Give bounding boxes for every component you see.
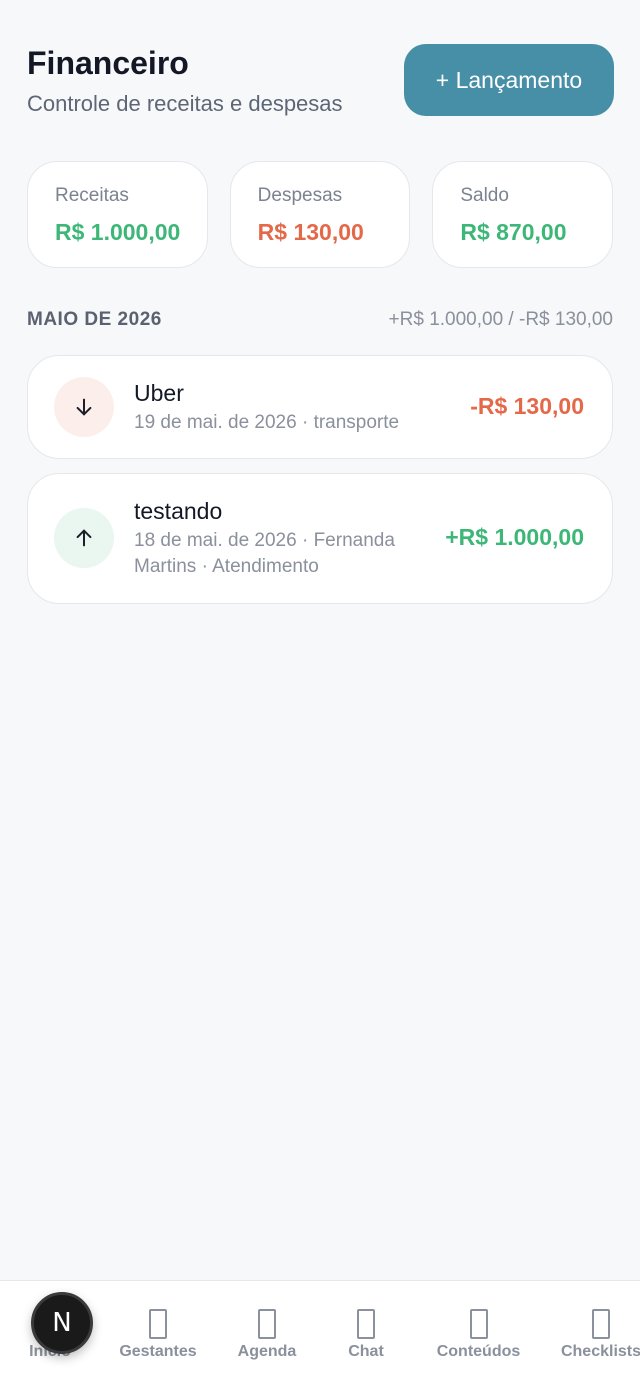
page-subtitle: Controle de receitas e despesas (27, 91, 343, 116)
transaction-amount: +R$ 1.000,00 (445, 524, 584, 550)
add-launch-button[interactable]: + Lançamento (404, 44, 614, 116)
expense-value: R$ 130,00 (257, 219, 364, 245)
page-title: Financeiro (27, 45, 189, 81)
transaction-meta: 18 de mai. de 2026 · Fernanda Martins · … (134, 530, 395, 577)
bottom-nav: Início Gestantes Agenda Chat Conteúdos C… (0, 1280, 640, 1385)
month-header: MAIO DE 2026 +R$ 1.000,00 / -R$ 130,00 (27, 309, 613, 331)
nav-label: Chat (348, 1343, 384, 1360)
nav-label: Gestantes (119, 1343, 197, 1360)
transaction-name: Uber (134, 380, 184, 406)
transaction-text: testando 18 de mai. de 2026 · Fernanda M… (134, 496, 429, 580)
chat-icon (357, 1309, 375, 1339)
balance-label: Saldo (460, 185, 509, 206)
nav-label: Agenda (237, 1343, 297, 1360)
nav-label: Conteúdos (436, 1343, 521, 1360)
calendar-icon (258, 1309, 276, 1339)
transaction-amount: -R$ 130,00 (470, 393, 584, 419)
expense-card: Despesas R$ 130,00 (229, 161, 411, 268)
transaction-name: testando (134, 498, 223, 524)
nav-item-chat[interactable]: Chat (341, 1281, 391, 1385)
arrow-down-icon (54, 377, 114, 437)
balance-value: R$ 870,00 (460, 219, 567, 245)
nav-item-checklists[interactable]: Checklists (556, 1281, 640, 1385)
transaction-meta: 19 de mai. de 2026 · transporte (134, 412, 400, 433)
income-card: Receitas R$ 1.000,00 (27, 161, 208, 268)
arrow-up-icon (54, 508, 114, 568)
income-value: R$ 1.000,00 (55, 219, 181, 245)
nav-item-conteudos[interactable]: Conteúdos (431, 1281, 526, 1385)
nextjs-dev-badge[interactable]: N (31, 1292, 93, 1354)
transaction-item[interactable]: Uber 19 de mai. de 2026 · transporte -R$… (27, 355, 613, 459)
transaction-text: Uber 19 de mai. de 2026 · transporte (134, 378, 434, 436)
financeiro-page: Financeiro Controle de receitas e despes… (0, 0, 640, 1385)
balance-card: Saldo R$ 870,00 (432, 161, 614, 268)
month-title: MAIO DE 2026 (27, 309, 162, 330)
nav-label: Checklists (560, 1343, 640, 1360)
transaction-item[interactable]: testando 18 de mai. de 2026 · Fernanda M… (27, 473, 613, 604)
content-icon (469, 1309, 488, 1339)
checklist-icon (592, 1309, 610, 1339)
gestantes-icon (149, 1309, 167, 1339)
nav-item-agenda[interactable]: Agenda (232, 1281, 302, 1385)
page-header: Financeiro Controle de receitas e despes… (27, 44, 407, 118)
nav-item-gestantes[interactable]: Gestantes (113, 1281, 203, 1385)
income-label: Receitas (55, 185, 129, 206)
summary-cards: Receitas R$ 1.000,00 Despesas R$ 130,00 … (27, 161, 614, 268)
expense-label: Despesas (257, 185, 343, 206)
month-totals: +R$ 1.000,00 / -R$ 130,00 (388, 309, 613, 330)
